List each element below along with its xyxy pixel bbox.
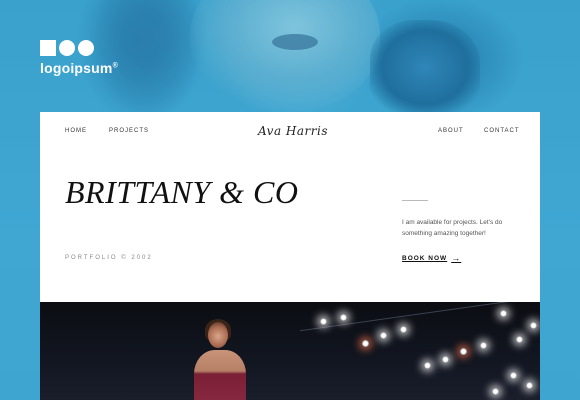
stage-light [362,340,369,347]
stage-light [400,326,407,333]
divider [402,200,428,201]
stage-light [340,314,347,321]
availability-text: I am available for projects. Let's do so… [402,219,503,237]
runway-model [190,319,250,400]
stage-light [500,310,507,317]
stage-light [424,362,431,369]
portfolio-card: HOME PROJECTS Ava Harris ABOUT CONTACT B… [40,112,540,302]
stage-light [492,388,499,395]
stage-light [480,342,487,349]
nav-projects[interactable]: PROJECTS [109,128,149,134]
stage-light [380,332,387,339]
lips-shape [272,34,318,50]
stage-light [460,348,467,355]
stage-light [526,382,533,389]
book-now-label: BOOK NOW [402,254,448,262]
stage-light [320,318,327,325]
logo[interactable]: logoipsum® [40,40,118,76]
stage-light [516,336,523,343]
book-now-button[interactable]: BOOK NOW → [402,253,461,263]
portfolio-caption: PORTFOLIO © 2002 [65,255,153,261]
arrow-right-icon: → [451,253,462,263]
sleeve-shape [370,20,480,115]
stage-light [530,322,537,329]
stage-light [510,372,517,379]
page-title: BRITTANY & CO [65,174,299,210]
runway-photo [40,302,540,400]
signature-logo[interactable]: Ava Harris [258,124,328,138]
top-nav: HOME PROJECTS Ava Harris ABOUT CONTACT [40,112,540,152]
face-shape [190,0,380,110]
nav-contact[interactable]: CONTACT [484,128,520,134]
nav-home[interactable]: HOME [65,128,87,134]
logo-mark-icon [40,40,118,56]
logo-text: logoipsum® [40,60,118,76]
stage-light [442,356,449,363]
nav-about[interactable]: ABOUT [438,128,464,134]
